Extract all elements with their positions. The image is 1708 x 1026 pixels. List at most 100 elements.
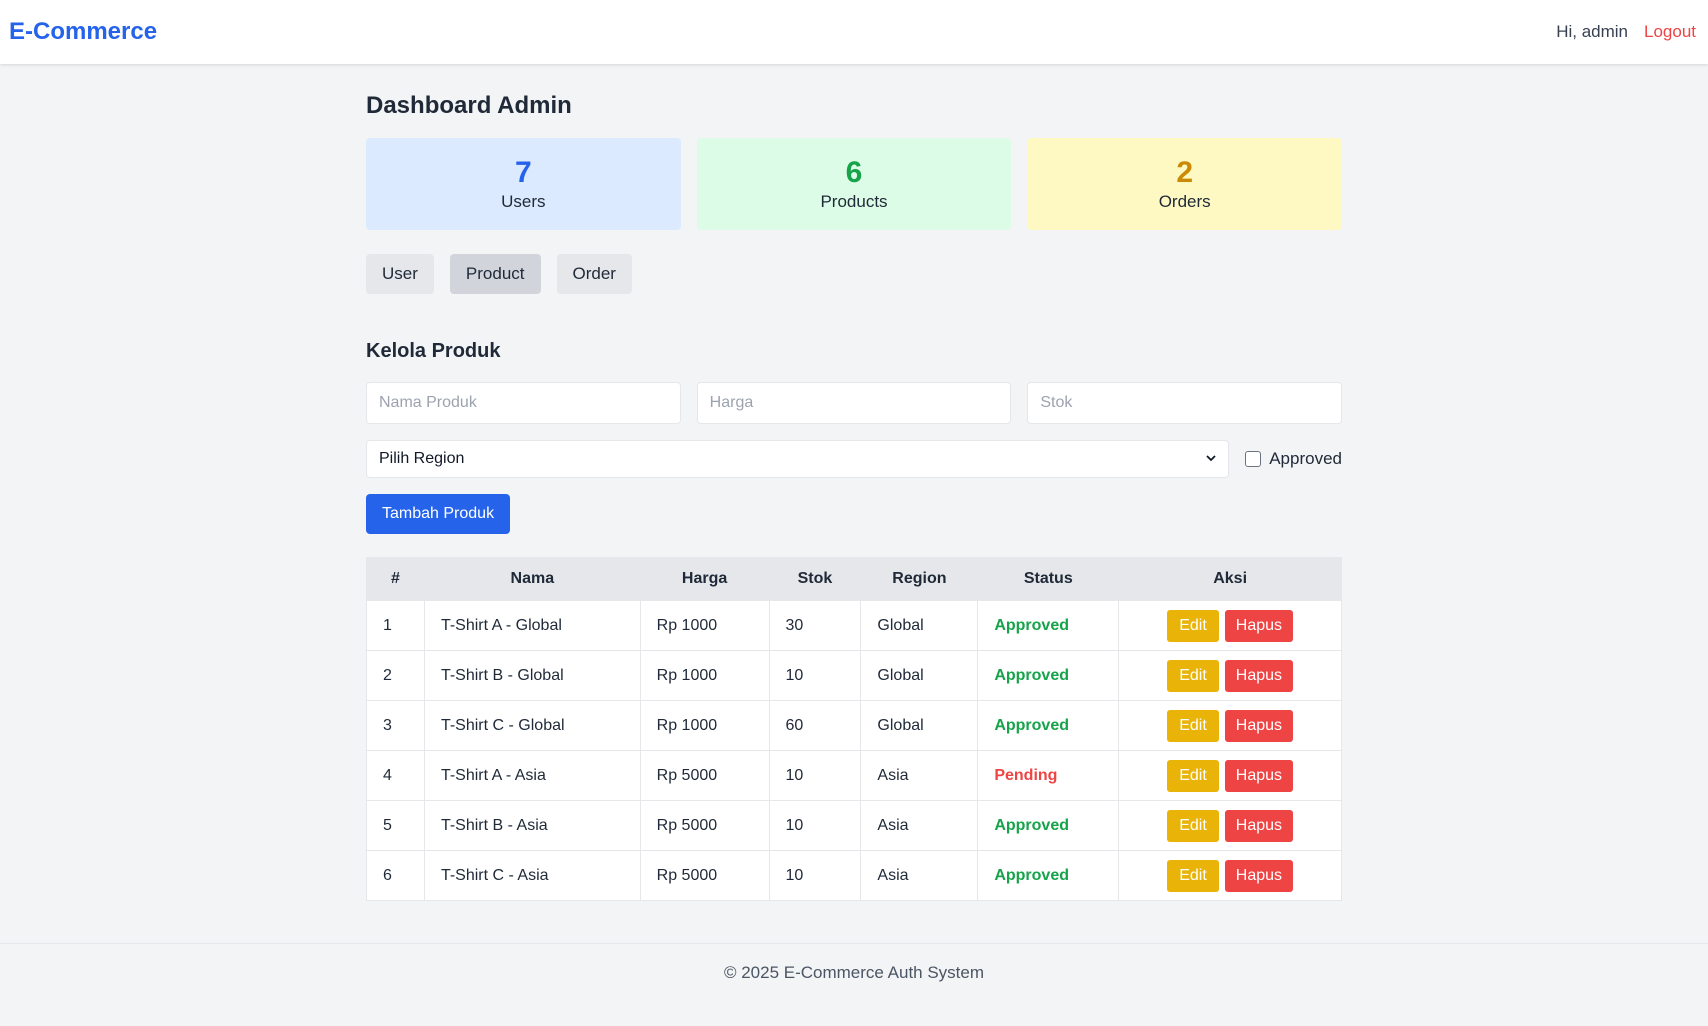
cell-id: 2	[366, 650, 425, 701]
edit-button[interactable]: Edit	[1167, 759, 1219, 792]
product-form-row	[366, 382, 1343, 424]
cell-region: Asia	[860, 800, 979, 851]
footer-text: © 2025 E-Commerce Auth System	[723, 963, 985, 982]
cell-actions: Edit Hapus	[1118, 850, 1342, 901]
edit-button[interactable]: Edit	[1167, 809, 1219, 842]
approved-checkbox[interactable]	[1245, 451, 1262, 467]
cell-id: 4	[366, 750, 425, 801]
cell-stock: 30	[768, 600, 862, 651]
table-row: 5 T-Shirt B - Asia Rp 5000 10 Asia Appro…	[366, 800, 1342, 851]
region-row: Pilih Region Approved	[366, 440, 1342, 478]
edit-button[interactable]: Edit	[1167, 609, 1219, 642]
cell-actions: Edit Hapus	[1118, 650, 1342, 701]
cell-stock: 60	[768, 700, 862, 751]
edit-button[interactable]: Edit	[1167, 659, 1219, 692]
cell-id: 6	[366, 850, 425, 901]
cell-name: T-Shirt A - Global	[423, 600, 641, 651]
stat-label-users: Users	[501, 192, 546, 211]
table-row: 3 T-Shirt C - Global Rp 1000 60 Global A…	[366, 700, 1342, 751]
cell-name: T-Shirt A - Asia	[423, 750, 641, 801]
stats-row: 7 Users 6 Products 2 Orders	[366, 138, 1343, 230]
stat-label-products: Products	[820, 192, 888, 211]
cell-price: Rp 1000	[639, 700, 770, 751]
product-name-input[interactable]	[366, 382, 681, 424]
cell-status: Pending	[977, 750, 1120, 801]
tab-bar: User Product Order	[366, 254, 1342, 294]
cell-price: Rp 5000	[639, 800, 770, 851]
edit-button[interactable]: Edit	[1167, 859, 1219, 892]
cell-name: T-Shirt B - Global	[423, 650, 641, 701]
cell-actions: Edit Hapus	[1118, 750, 1342, 801]
cell-region: Global	[860, 700, 979, 751]
stat-card-orders: 2 Orders	[1027, 138, 1343, 230]
cell-name: T-Shirt C - Asia	[423, 850, 641, 901]
approved-toggle[interactable]: Approved	[1245, 449, 1342, 469]
stock-input[interactable]	[1027, 382, 1343, 424]
region-select[interactable]: Pilih Region	[366, 440, 1230, 478]
delete-button[interactable]: Hapus	[1224, 759, 1294, 792]
header-status: Status	[977, 557, 1120, 601]
delete-button[interactable]: Hapus	[1224, 709, 1294, 742]
logout-link[interactable]: Logout	[1644, 22, 1696, 42]
stat-label-orders: Orders	[1158, 192, 1211, 211]
header-name: Nama	[423, 557, 641, 601]
add-product-button[interactable]: Tambah Produk	[366, 494, 511, 534]
cell-status: Approved	[977, 800, 1120, 851]
tab-order[interactable]: Order	[556, 254, 632, 294]
cell-stock: 10	[768, 800, 862, 851]
cell-status: Approved	[977, 650, 1120, 701]
main-content: Dashboard Admin 7 Users 6 Products 2 Ord…	[366, 64, 1343, 901]
brand-logo[interactable]: E-Commerce	[9, 18, 157, 46]
cell-price: Rp 1000	[639, 650, 770, 701]
cell-actions: Edit Hapus	[1118, 600, 1342, 651]
price-input[interactable]	[696, 382, 1012, 424]
cell-id: 5	[366, 800, 425, 851]
header-stock: Stok	[768, 557, 862, 601]
cell-region: Global	[860, 600, 979, 651]
nav-right: Hi, admin Logout	[1556, 22, 1696, 42]
navbar: E-Commerce Hi, admin Logout	[0, 0, 1708, 64]
cell-id: 3	[366, 700, 425, 751]
chevron-down-icon	[1204, 449, 1218, 472]
stat-value-orders: 2	[1176, 156, 1194, 189]
cell-price: Rp 5000	[639, 750, 770, 801]
delete-button[interactable]: Hapus	[1224, 859, 1294, 892]
stat-card-users: 7 Users	[366, 138, 681, 230]
cell-stock: 10	[768, 650, 862, 701]
region-select-value: Pilih Region	[379, 450, 465, 467]
edit-button[interactable]: Edit	[1167, 709, 1219, 742]
table-row: 1 T-Shirt A - Global Rp 1000 30 Global A…	[366, 600, 1342, 651]
cell-status: Approved	[977, 700, 1120, 751]
header-region: Region	[860, 557, 979, 601]
tab-product[interactable]: Product	[449, 254, 541, 294]
cell-status: Approved	[977, 600, 1120, 651]
section-title: Kelola Produk	[366, 340, 501, 362]
table-header-row: # Nama Harga Stok Region Status Aksi	[366, 557, 1342, 601]
cell-stock: 10	[768, 750, 862, 801]
delete-button[interactable]: Hapus	[1224, 809, 1294, 842]
cell-actions: Edit Hapus	[1118, 800, 1342, 851]
stat-value-products: 6	[845, 156, 863, 189]
cell-price: Rp 5000	[639, 850, 770, 901]
user-greeting: Hi, admin	[1556, 22, 1628, 41]
footer: © 2025 E-Commerce Auth System	[0, 943, 1708, 1026]
product-table: # Nama Harga Stok Region Status Aksi 1 T…	[366, 557, 1342, 901]
cell-region: Asia	[860, 850, 979, 901]
cell-name: T-Shirt C - Global	[423, 700, 641, 751]
table-row: 2 T-Shirt B - Global Rp 1000 10 Global A…	[366, 650, 1342, 701]
cell-name: T-Shirt B - Asia	[423, 800, 641, 851]
table-row: 4 T-Shirt A - Asia Rp 5000 10 Asia Pendi…	[366, 750, 1342, 801]
cell-region: Asia	[860, 750, 979, 801]
header-id: #	[366, 557, 425, 601]
delete-button[interactable]: Hapus	[1224, 609, 1294, 642]
approved-label: Approved	[1269, 449, 1342, 468]
delete-button[interactable]: Hapus	[1224, 659, 1294, 692]
cell-id: 1	[366, 600, 425, 651]
cell-status: Approved	[977, 850, 1120, 901]
cell-region: Global	[860, 650, 979, 701]
cell-stock: 10	[768, 850, 862, 901]
stat-card-products: 6 Products	[696, 138, 1012, 230]
header-price: Harga	[639, 557, 770, 601]
table-row: 6 T-Shirt C - Asia Rp 5000 10 Asia Appro…	[366, 850, 1342, 901]
tab-user[interactable]: User	[366, 254, 434, 294]
